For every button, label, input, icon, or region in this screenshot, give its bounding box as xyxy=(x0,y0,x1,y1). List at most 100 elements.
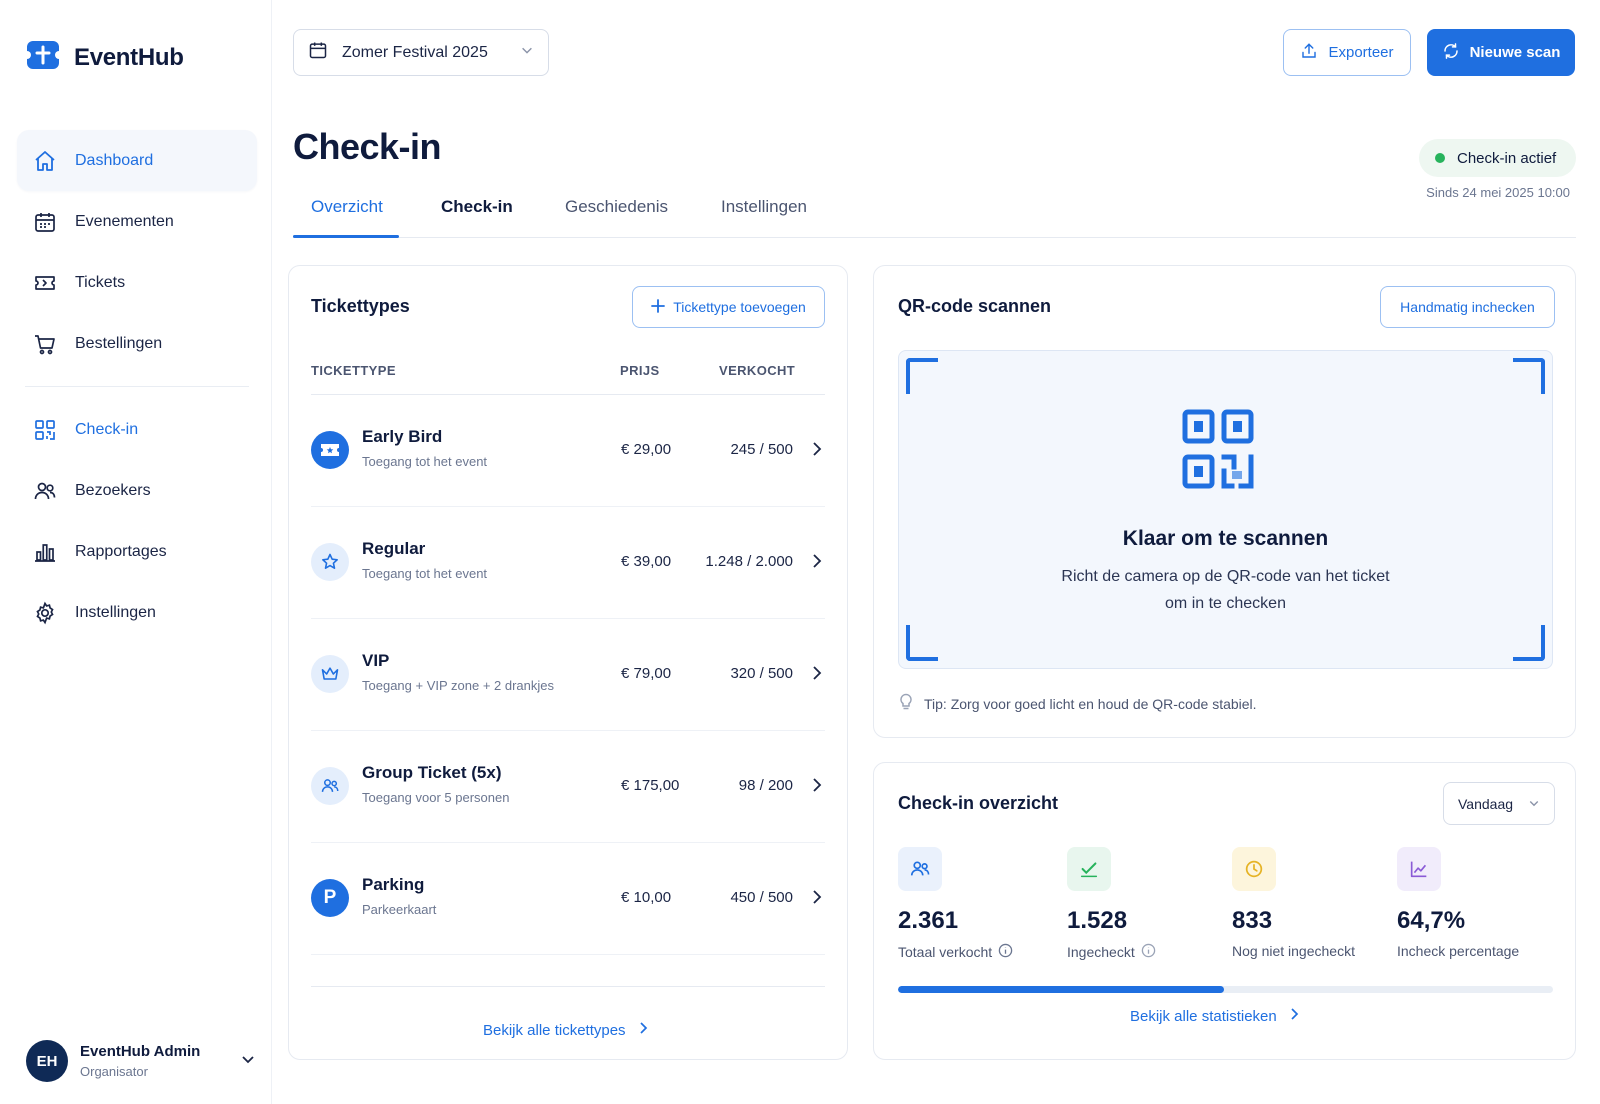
period-select[interactable]: Vandaag xyxy=(1443,782,1555,825)
sidebar-item-rapportages[interactable]: Rapportages xyxy=(17,521,257,582)
divider xyxy=(311,986,825,987)
chevron-right-icon[interactable] xyxy=(809,776,825,799)
qr-scan-card: QR-code scannen Handmatig inchecken Klaa… xyxy=(873,265,1576,738)
nav-divider xyxy=(25,386,249,387)
view-all-tickettypes-link[interactable]: Bekijk alle tickettypes xyxy=(483,1021,650,1039)
scan-tip: Tip: Zorg voor goed licht en houd de QR-… xyxy=(898,693,1257,714)
view-all-statistics-link[interactable]: Bekijk alle statistieken xyxy=(1130,1007,1301,1025)
ticket-sold: 1.248 / 2.000 xyxy=(705,553,793,570)
user-role: Organisator xyxy=(80,1064,148,1079)
ticket-price: € 29,00 xyxy=(621,441,672,458)
crown-icon xyxy=(311,655,349,693)
user-name: EventHub Admin xyxy=(80,1043,201,1060)
card-title: QR-code scannen xyxy=(898,296,1052,316)
refresh-icon xyxy=(1442,42,1460,64)
new-scan-button[interactable]: Nieuwe scan xyxy=(1427,29,1575,76)
sidebar-item-check-in[interactable]: Check-in xyxy=(17,399,257,460)
export-button[interactable]: Exporteer xyxy=(1283,29,1411,76)
cart-icon xyxy=(33,332,57,356)
new-scan-label: Nieuwe scan xyxy=(1469,44,1561,61)
chevron-right-icon[interactable] xyxy=(809,552,825,575)
logo-icon xyxy=(23,38,63,77)
ticket-price: € 175,00 xyxy=(621,777,680,794)
user-info: EventHub Admin Organisator xyxy=(80,1043,200,1079)
parking-letter: P xyxy=(323,887,337,908)
scan-frame-corner xyxy=(906,625,938,661)
event-selector[interactable]: Zomer Festival 2025 xyxy=(293,29,549,76)
sidebar-item-tickets[interactable]: Tickets xyxy=(17,252,257,313)
brand[interactable]: EventHub xyxy=(23,38,184,77)
ticket-desc: Toegang voor 5 personen xyxy=(362,790,510,805)
ticket-sold: 320 / 500 xyxy=(730,665,793,682)
export-label: Exporteer xyxy=(1328,44,1394,61)
card-title: Check-in overzicht xyxy=(898,793,1059,813)
scan-instructions-line: om in te checken xyxy=(1165,595,1286,612)
chevron-right-icon[interactable] xyxy=(809,440,825,463)
sidebar-item-bestellingen[interactable]: Bestellingen xyxy=(17,313,257,374)
qr-code-icon xyxy=(33,418,57,442)
tab-geschiedenis[interactable]: Geschiedenis xyxy=(565,197,668,217)
clock-icon xyxy=(1232,847,1276,891)
ticket-name: Early Bird xyxy=(362,427,443,446)
progress-fill xyxy=(898,986,1224,993)
sidebar-item-instellingen[interactable]: Instellingen xyxy=(17,582,257,643)
scan-instructions: Richt de camera op de QR-code van het ti… xyxy=(899,563,1552,617)
sidebar-item-dashboard[interactable]: Dashboard xyxy=(17,130,257,191)
stat-check-in-percentage: 64,7% Incheck percentage xyxy=(1397,847,1519,959)
ticket-desc: Toegang tot het event xyxy=(362,454,488,469)
ticket-name: Regular xyxy=(362,539,426,558)
event-selector-value: Zomer Festival 2025 xyxy=(342,43,488,61)
sidebar-item-label: Bestellingen xyxy=(75,334,163,352)
chevron-down-icon xyxy=(520,43,534,62)
stat-checked-in: 1.528 Ingecheckt xyxy=(1067,847,1156,961)
table-row[interactable]: Regular Toegang tot het event € 39,00 1.… xyxy=(311,507,825,619)
parking-icon: P xyxy=(311,879,349,917)
chevron-down-icon xyxy=(1528,796,1540,812)
ticket-sold: 245 / 500 xyxy=(730,441,793,458)
bar-chart-icon xyxy=(33,540,57,564)
view-all-tickettypes-label: Bekijk alle tickettypes xyxy=(483,1021,626,1039)
check-in-overview-card: Check-in overzicht Vandaag 2.361 Totaal … xyxy=(873,762,1576,1060)
scanner-viewport[interactable]: Klaar om te scannen Richt de camera op d… xyxy=(898,350,1553,669)
table-row[interactable]: Early Bird Toegang tot het event € 29,00… xyxy=(311,395,825,507)
tab-check-in[interactable]: Check-in xyxy=(441,197,513,217)
stat-value: 1.528 xyxy=(1067,907,1128,934)
stat-label: Totaal verkocht xyxy=(898,944,993,960)
status-badge: Check-in actief xyxy=(1419,139,1576,177)
upload-icon xyxy=(1300,42,1318,64)
tab-instellingen[interactable]: Instellingen xyxy=(721,197,807,217)
ticket-price: € 39,00 xyxy=(621,553,672,570)
table-row[interactable]: VIP Toegang + VIP zone + 2 drankjes € 79… xyxy=(311,619,825,731)
ticket-price: € 10,00 xyxy=(621,889,672,906)
table-row[interactable]: P Parking Parkeerkaart € 10,00 450 / 500 xyxy=(311,843,825,955)
table-row[interactable]: Group Ticket (5x) Toegang voor 5 persone… xyxy=(311,731,825,843)
column-header: TICKETTYPE xyxy=(311,363,396,378)
qr-code-icon xyxy=(1182,409,1254,494)
info-icon[interactable] xyxy=(998,943,1013,961)
stat-label-row: Totaal verkocht xyxy=(898,943,1013,961)
sidebar-item-label: Rapportages xyxy=(75,542,167,560)
sidebar-item-evenementen[interactable]: Evenementen xyxy=(17,191,257,252)
tab-bar: Overzicht Check-in Geschiedenis Instelli… xyxy=(293,185,1576,238)
chevron-down-icon[interactable] xyxy=(240,1051,256,1072)
add-tickettype-button[interactable]: Tickettype toevoegen xyxy=(632,286,825,328)
column-header: VERKOCHT xyxy=(719,363,796,378)
ticket-desc: Toegang + VIP zone + 2 drankjes xyxy=(362,678,555,693)
ticket-desc: Parkeerkaart xyxy=(362,902,437,917)
user-menu[interactable]: EH EventHub Admin Organisator xyxy=(26,1040,256,1082)
chevron-right-icon[interactable] xyxy=(809,888,825,911)
chevron-right-icon[interactable] xyxy=(809,664,825,687)
sidebar-item-bezoekers[interactable]: Bezoekers xyxy=(17,460,257,521)
status-text: Check-in actief xyxy=(1457,149,1557,167)
stat-label: Ingecheckt xyxy=(1067,944,1135,960)
users-icon xyxy=(311,767,349,805)
stat-not-checked-in: 833 Nog niet ingecheckt xyxy=(1232,847,1355,959)
manual-check-in-button[interactable]: Handmatig inchecken xyxy=(1380,286,1555,328)
tab-overzicht[interactable]: Overzicht xyxy=(311,197,383,217)
info-icon[interactable] xyxy=(1141,943,1156,961)
avatar: EH xyxy=(26,1040,68,1082)
sidebar-item-label: Instellingen xyxy=(75,603,156,621)
calendar-icon xyxy=(308,40,328,65)
gear-icon xyxy=(33,601,57,625)
chevron-right-icon xyxy=(1289,1007,1301,1025)
